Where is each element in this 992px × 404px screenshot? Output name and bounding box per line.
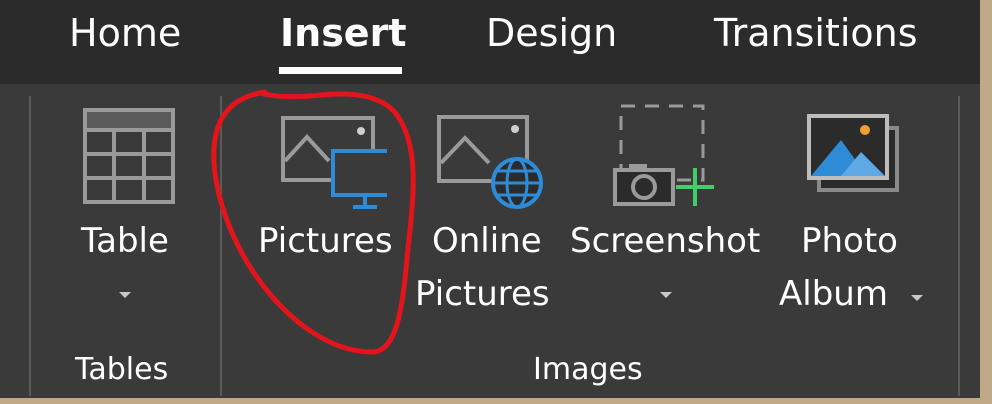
- pictures-label: Pictures: [258, 221, 393, 261]
- online-pictures-label-line1: Online: [432, 221, 542, 261]
- pictures-button[interactable]: Pictures: [251, 102, 411, 262]
- screenshot-label: Screenshot: [570, 221, 761, 261]
- tab-transitions[interactable]: Transitions: [714, 9, 918, 57]
- group-label-tables: Tables: [75, 352, 169, 387]
- active-tab-indicator: [279, 67, 402, 74]
- photo-album-button[interactable]: Photo Album: [778, 102, 942, 322]
- pictures-monitor-icon: [281, 116, 387, 209]
- screenshot-button[interactable]: Screenshot: [569, 102, 763, 322]
- powerpoint-ribbon-window: Home Insert Design Transitions Table Pic…: [0, 0, 980, 398]
- tab-home[interactable]: Home: [69, 9, 181, 57]
- camera-plus-icon: [613, 104, 714, 206]
- screenshot-dropdown-caret: [660, 292, 672, 298]
- tab-design[interactable]: Design: [486, 9, 617, 57]
- photo-album-icon: [807, 114, 899, 192]
- table-grid-icon: [83, 108, 175, 204]
- table-button[interactable]: Table: [57, 102, 197, 312]
- ribbon-tab-bar: Home Insert Design Transitions: [0, 0, 980, 84]
- table-dropdown-caret: [119, 292, 131, 298]
- photo-album-label-line2: Album: [779, 274, 888, 314]
- group-label-images: Images: [533, 352, 643, 387]
- photo-album-dropdown-caret: [911, 295, 923, 301]
- tab-insert[interactable]: Insert: [280, 9, 407, 57]
- ribbon-divider-left: [29, 96, 31, 396]
- photo-album-label-line1: Photo: [801, 221, 898, 261]
- online-pictures-button[interactable]: Online Pictures: [415, 102, 557, 322]
- online-pictures-label-line2: Pictures: [415, 274, 550, 314]
- table-label: Table: [81, 221, 169, 261]
- picture-globe-icon: [437, 115, 543, 209]
- ribbon-divider-tables-images: [220, 96, 222, 396]
- ribbon-divider-right: [958, 96, 960, 396]
